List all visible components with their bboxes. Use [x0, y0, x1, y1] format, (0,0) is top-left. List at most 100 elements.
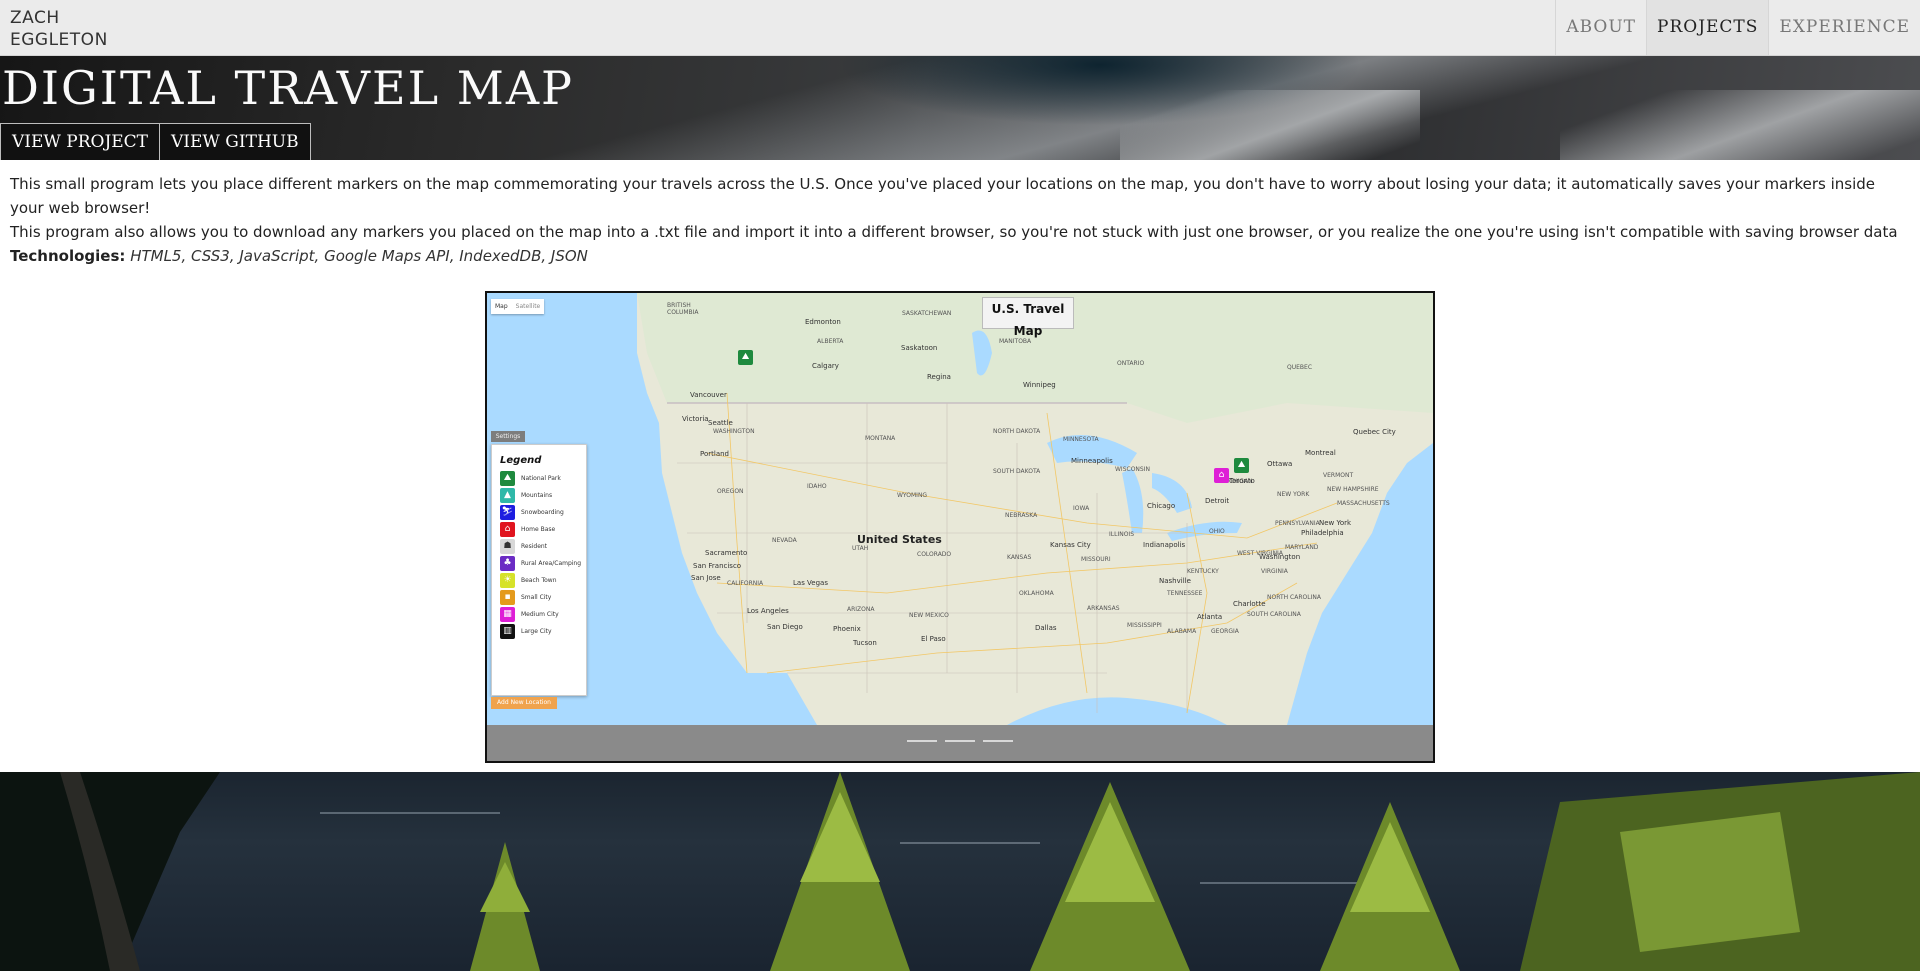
map-label-iowa: IOWA: [1073, 505, 1090, 512]
project-screenshot[interactable]: BRITISH COLUMBIA Edmonton SASKATCHEWAN A…: [485, 291, 1435, 763]
legend-label: Mountains: [521, 492, 553, 499]
legend-label: Large City: [521, 628, 552, 635]
map-label-nashville: Nashville: [1159, 577, 1191, 585]
brand-last-name: EGGLETON: [10, 30, 108, 50]
legend-label: Snowboarding: [521, 509, 564, 516]
map-label-new-hampshire: NEW HAMPSHIRE: [1327, 486, 1379, 493]
slide-indicator[interactable]: [983, 740, 1013, 742]
map-label-victoria: Victoria: [682, 415, 709, 423]
legend-label: National Park: [521, 475, 561, 482]
map-marker-national-park[interactable]: ⛰: [738, 350, 753, 365]
description-line-1: This small program lets you place differ…: [10, 175, 1876, 217]
settings-tab[interactable]: Settings: [491, 431, 525, 442]
map-label-washington-state: WASHINGTON: [713, 428, 755, 435]
map-type-toggle[interactable]: Map Satellite: [491, 299, 545, 314]
map-label-british-columbia-2: COLUMBIA: [667, 309, 699, 316]
map-label-new-york-state: NEW YORK: [1277, 491, 1310, 498]
map-label-indianapolis: Indianapolis: [1143, 541, 1186, 549]
pine-tree: [470, 842, 540, 971]
map-label-south-dakota: SOUTH DAKOTA: [993, 468, 1041, 475]
map-label-quebec: QUEBEC: [1287, 364, 1312, 371]
map-label-massachusetts: MASSACHUSETTS: [1337, 500, 1390, 507]
map-label-seattle: Seattle: [708, 419, 733, 427]
page-title: DIGITAL TRAVEL MAP: [2, 61, 575, 115]
legend-title: Legend: [500, 455, 542, 466]
map-label-montana: MONTANA: [865, 435, 896, 442]
map-label-alberta: ALBERTA: [817, 338, 844, 345]
pine-tree: [1320, 802, 1460, 971]
legend-item-large-city: ▥ Large City: [500, 623, 552, 640]
map-label-dallas: Dallas: [1035, 624, 1057, 632]
map-label-utah: UTAH: [852, 545, 868, 552]
slide-indicator[interactable]: [945, 740, 975, 742]
us-map: BRITISH COLUMBIA Edmonton SASKATCHEWAN A…: [487, 293, 1433, 725]
map-label-vermont: VERMONT: [1323, 472, 1353, 479]
brand-first-name: ZACH: [10, 8, 60, 28]
map-label-san-francisco: San Francisco: [693, 562, 741, 570]
map-type-map[interactable]: Map: [491, 299, 512, 314]
map-label-colorado: COLORADO: [917, 551, 951, 558]
map-label-pennsylvania: PENNSYLVANIA: [1275, 520, 1321, 527]
map-label-oklahoma: OKLAHOMA: [1019, 590, 1055, 597]
nav-link-about[interactable]: ABOUT: [1555, 0, 1646, 55]
hero-banner: DIGITAL TRAVEL MAP VIEW PROJECT VIEW GIT…: [0, 55, 1920, 160]
snowboarder-icon: ⛷: [500, 505, 515, 520]
map-label-toronto: Toronto: [1228, 477, 1255, 485]
map-label-tennessee: TENNESSEE: [1166, 590, 1203, 597]
map-label-saskatoon: Saskatoon: [901, 344, 937, 352]
map-marker-national-park[interactable]: ⛰: [1234, 458, 1249, 473]
map-type-satellite[interactable]: Satellite: [512, 299, 545, 314]
view-project-button[interactable]: VIEW PROJECT: [0, 123, 161, 160]
map-marker-medium-city[interactable]: ⌂: [1214, 468, 1229, 483]
map-label-tucson: Tucson: [852, 639, 877, 647]
map-label-kansas: KANSAS: [1007, 554, 1031, 561]
technologies-label: Technologies:: [10, 247, 126, 265]
map-label-quebec-city: Quebec City: [1353, 428, 1396, 436]
map-label-calgary: Calgary: [812, 362, 839, 370]
map-label-arizona: ARIZONA: [847, 606, 875, 613]
map-label-ontario: ONTARIO: [1117, 360, 1144, 367]
nav-link-experience[interactable]: EXPERIENCE: [1768, 0, 1920, 55]
camping-icon: ♣: [500, 556, 515, 571]
map-label-arkansas: ARKANSAS: [1087, 605, 1120, 612]
hero-button-group: VIEW PROJECT VIEW GITHUB: [0, 123, 311, 160]
nav-link-projects[interactable]: PROJECTS: [1646, 0, 1769, 55]
legend-panel: Legend ⛰ National Park ▲ Mountains ⛷ Sno…: [491, 444, 587, 696]
pine-foliage-right: [1520, 772, 1920, 971]
map-label-nevada: NEVADA: [772, 537, 798, 544]
map-label-georgia: GEORGIA: [1211, 628, 1240, 635]
map-label-wisconsin: WISCONSIN: [1115, 466, 1150, 473]
legend-label: Home Base: [521, 526, 556, 533]
map-label-united-states: United States: [857, 533, 942, 546]
small-city-icon: ▪: [500, 590, 515, 605]
map-label-new-york: New York: [1319, 519, 1352, 527]
legend-label: Beach Town: [521, 577, 557, 584]
map-label-illinois: ILLINOIS: [1109, 531, 1134, 538]
resident-icon: ☗: [500, 539, 515, 554]
map-label-maryland: MARYLAND: [1285, 544, 1319, 551]
map-label-atlanta: Atlanta: [1197, 613, 1222, 621]
map-label-virginia: VIRGINIA: [1261, 568, 1289, 575]
technologies-value: HTML5, CSS3, JavaScript, Google Maps API…: [130, 247, 588, 265]
map-label-regina: Regina: [927, 373, 951, 381]
map-label-los-angeles: Los Angeles: [747, 607, 789, 615]
map-label-british-columbia: BRITISH: [667, 302, 691, 309]
map-label-saskatchewan: SASKATCHEWAN: [902, 310, 951, 317]
add-location-button[interactable]: Add New Location: [491, 697, 557, 709]
slide-indicator[interactable]: [907, 740, 937, 742]
map-label-ohio: OHIO: [1209, 528, 1225, 535]
map-label-california: CALIFORNIA: [727, 580, 764, 587]
site-brand[interactable]: ZACH EGGLETON: [10, 7, 108, 51]
medium-city-icon: ▦: [500, 607, 515, 622]
map-label-mississippi: MISSISSIPPI: [1127, 622, 1162, 629]
pine-tree: [770, 772, 910, 971]
view-github-button[interactable]: VIEW GITHUB: [160, 123, 311, 160]
map-label-washington-dc: Washington: [1259, 553, 1300, 561]
map-label-missouri: MISSOURI: [1081, 556, 1111, 563]
map-title: U.S. Travel Map: [982, 297, 1074, 338]
legend-label: Medium City: [521, 611, 559, 618]
pine-tree: [1030, 782, 1190, 971]
map-label-sacramento: Sacramento: [705, 549, 747, 557]
map-label-san-diego: San Diego: [767, 623, 803, 631]
map-label-montreal: Montreal: [1305, 449, 1336, 457]
